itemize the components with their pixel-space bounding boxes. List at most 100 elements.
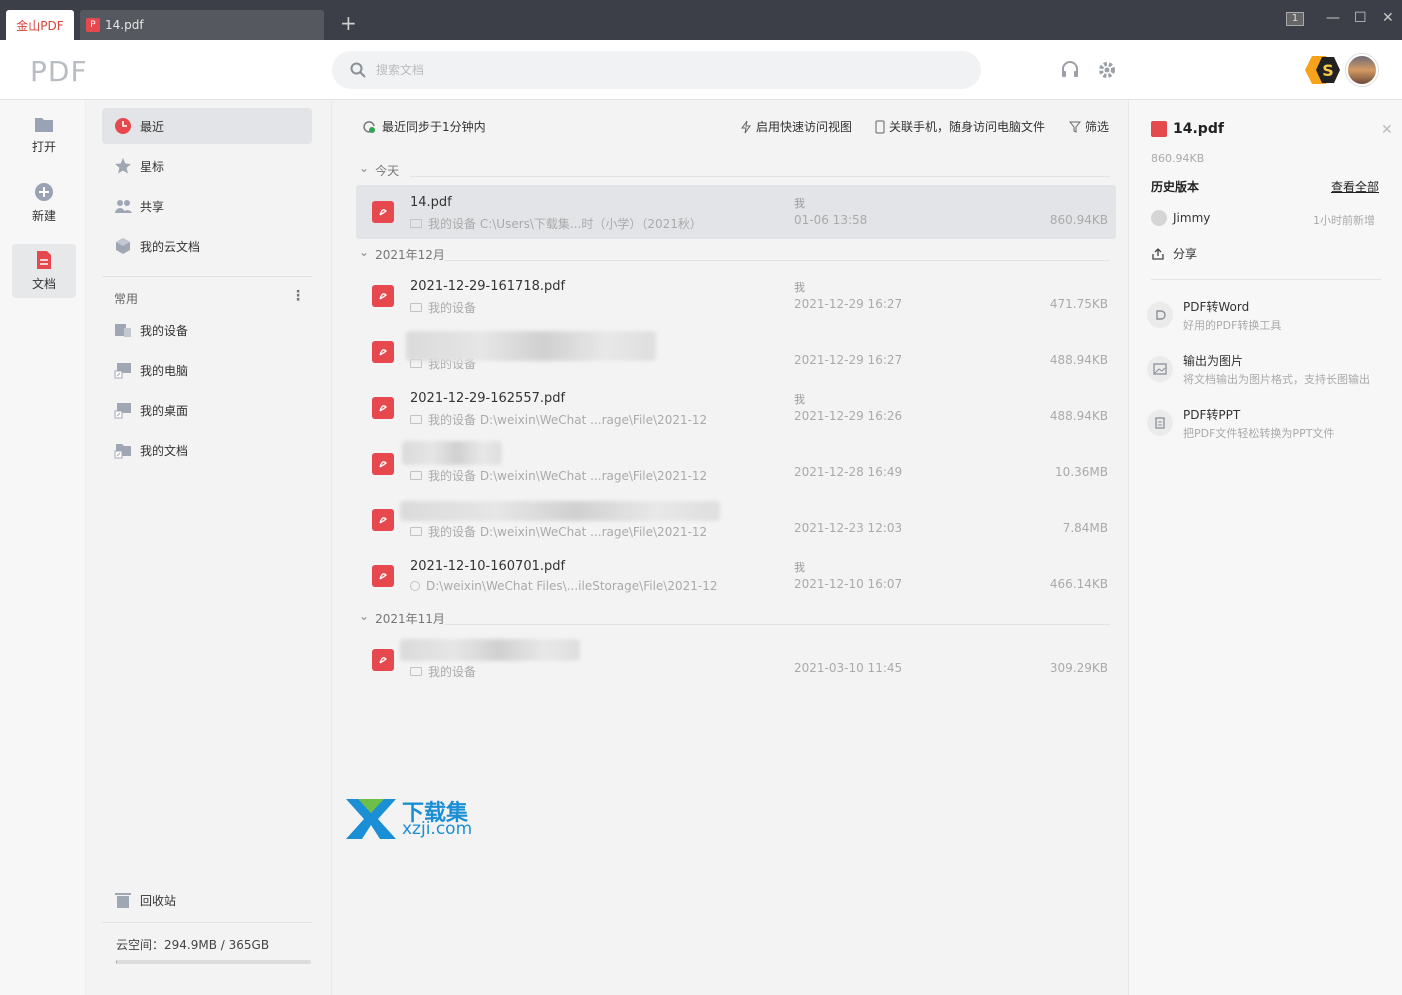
storage-bar [116,960,311,964]
nav-my-documents[interactable]: 我的文档 [102,432,312,468]
file-path-text: 我的设备 D:\weixin\WeChat ...rage\File\2021-… [428,525,708,539]
file-time: 2021-12-29 16:26 [794,409,903,423]
history-time: 1小时前新增 [1313,214,1375,227]
share-label: 分享 [1173,247,1198,261]
star-icon [114,157,132,175]
header: PDF S [0,40,1402,100]
tab-document-label: 14.pdf [105,18,144,32]
search-box[interactable] [332,51,981,89]
nav-recent[interactable]: 最近 [102,108,312,144]
tab-home[interactable]: 金山PDF [6,10,74,40]
cloud-sync-icon [410,581,420,591]
share-button[interactable]: 分享 [1151,245,1197,262]
file-owner: 我 [794,281,805,294]
file-row[interactable]: 14.pdf 我的设备 C:\Users\下载集...时（小学）（2021秋） … [356,185,1116,239]
file-row[interactable]: 我的设备 2021-03-10 11:45 309.29KB [356,633,1116,687]
window-count-badge[interactable]: 1 [1286,12,1304,26]
file-name: 2021-12-29-162557.pdf [410,391,566,406]
pdf-file-icon [372,565,394,587]
detail-divider [1151,279,1381,280]
file-path-text: 我的设备 [428,665,477,679]
tab-document[interactable]: P 14.pdf [80,10,324,40]
detail-size: 860.94KB [1151,152,1205,165]
nav-panel: 最近 星标 共享 我的云文档 常用 ⋮ 我的设备 我的电脑 我的桌面 我的文档 … [86,100,332,995]
group-header-november[interactable]: 2021年11月 [359,610,445,627]
file-row[interactable]: 2021-12-29-161718.pdf 我的设备 我 2021-12-29 … [356,269,1116,323]
search-input[interactable] [376,63,936,77]
watermark-domain: xzji.com [402,819,473,839]
rail-new-label: 新建 [31,209,56,223]
link-phone-button[interactable]: 关联手机，随身访问电脑文件 [875,118,1045,135]
file-name: 2021-12-10-160701.pdf [410,559,566,574]
file-path-text: D:\weixin\WeChat Files\...ileStorage\Fil… [426,579,718,593]
nav-starred[interactable]: 星标 [102,148,312,184]
tool-pdf-to-word[interactable]: PDF转Word 好用的PDF转换工具 [1147,296,1402,340]
folder-icon [35,118,53,132]
nav-my-desktop[interactable]: 我的桌面 [102,392,312,428]
nav-shared[interactable]: 共享 [102,188,312,224]
file-time: 2021-12-29 16:27 [794,297,903,311]
nav-divider [102,276,312,277]
file-path: D:\weixin\WeChat Files\...ileStorage\Fil… [410,579,717,593]
file-path-text: 我的设备 C:\Users\下载集...时（小学）（2021秋） [428,217,702,231]
link-phone-label: 关联手机，随身访问电脑文件 [889,120,1046,134]
file-list-area: 最近同步于1分钟内 启用快速访问视图 关联手机，随身访问电脑文件 筛选 今天 1… [332,100,1128,995]
nav-my-device[interactable]: 我的设备 [102,312,312,348]
group-divider [444,260,1110,261]
minimize-icon[interactable]: — [1326,10,1340,26]
file-time: 2021-12-10 16:07 [794,577,903,591]
filter-icon [1069,121,1081,133]
device-icon [410,471,422,480]
close-window-icon[interactable]: ✕ [1382,10,1394,26]
device-icon [410,303,422,312]
file-owner: 我 [794,393,805,406]
rail-open[interactable]: 打开 [12,108,76,162]
group-header-today[interactable]: 今天 [359,162,399,179]
file-row[interactable]: 我的设备 D:\weixin\WeChat ...rage\File\2021-… [356,493,1116,547]
pdf-file-icon [372,453,394,475]
file-size: 309.29KB [1049,661,1108,675]
group-header-december[interactable]: 2021年12月 [359,246,445,263]
vip-badge-icon[interactable]: S [1304,54,1342,86]
close-icon[interactable]: ✕ [1381,122,1393,138]
quick-view-button[interactable]: 启用快速访问视图 [740,118,852,135]
file-owner: 我 [794,561,805,574]
file-row[interactable]: 2021-12-10-160701.pdf D:\weixin\WeChat F… [356,549,1116,603]
tool-desc: 好用的PDF转换工具 [1183,319,1282,332]
tool-export-image[interactable]: 输出为图片 将文档输出为图片格式，支持长图输出 [1147,350,1402,394]
file-time: 2021-12-23 12:03 [794,521,903,535]
new-tab-button[interactable]: + [340,13,357,33]
pdf-file-icon [372,649,394,671]
maximize-icon[interactable]: ☐ [1354,10,1367,26]
more-vertical-icon[interactable]: ⋮ [291,288,305,304]
filter-button[interactable]: 筛选 [1069,118,1109,135]
nav-my-desktop-label: 我的桌面 [140,403,189,418]
redaction-blur [402,441,502,465]
tool-desc: 将文档输出为图片格式，支持长图输出 [1183,373,1370,386]
nav-cloud-docs[interactable]: 我的云文档 [102,228,312,264]
title-bar: 金山PDF P 14.pdf + 1 — ☐ ✕ [0,0,1402,40]
nav-trash[interactable]: 回收站 [102,882,312,918]
file-row[interactable]: 我的设备 2021-12-29 16:27 488.94KB [356,325,1116,379]
headset-icon[interactable] [1060,60,1080,80]
file-row[interactable]: 2021-12-29-162557.pdf 我的设备 D:\weixin\WeC… [356,381,1116,435]
folder-shortcut-icon [114,441,132,459]
user-avatar[interactable] [1346,54,1378,86]
rail-documents[interactable]: 文档 [12,244,76,298]
view-all-link[interactable]: 查看全部 [1331,178,1379,195]
rail-new[interactable]: 新建 [12,176,76,230]
file-row[interactable]: 我的设备 D:\weixin\WeChat ...rage\File\2021-… [356,437,1116,491]
file-size: 860.94KB [1049,213,1108,227]
tool-pdf-to-ppt[interactable]: PDF转PPT 把PDF文件轻松转换为PPT文件 [1147,404,1402,448]
pdf-file-icon [372,285,394,307]
redaction-blur [400,501,720,521]
nav-my-computer[interactable]: 我的电脑 [102,352,312,388]
pdf-file-icon [372,341,394,363]
history-user-name: Jimmy [1173,211,1211,225]
file-size: 10.36MB [1055,465,1108,479]
file-path: 我的设备 D:\weixin\WeChat ...rage\File\2021-… [410,467,707,484]
detail-title-text: 14.pdf [1173,121,1224,137]
history-user: Jimmy [1151,210,1210,226]
gear-icon[interactable] [1097,60,1117,80]
svg-text:S: S [1322,61,1334,80]
